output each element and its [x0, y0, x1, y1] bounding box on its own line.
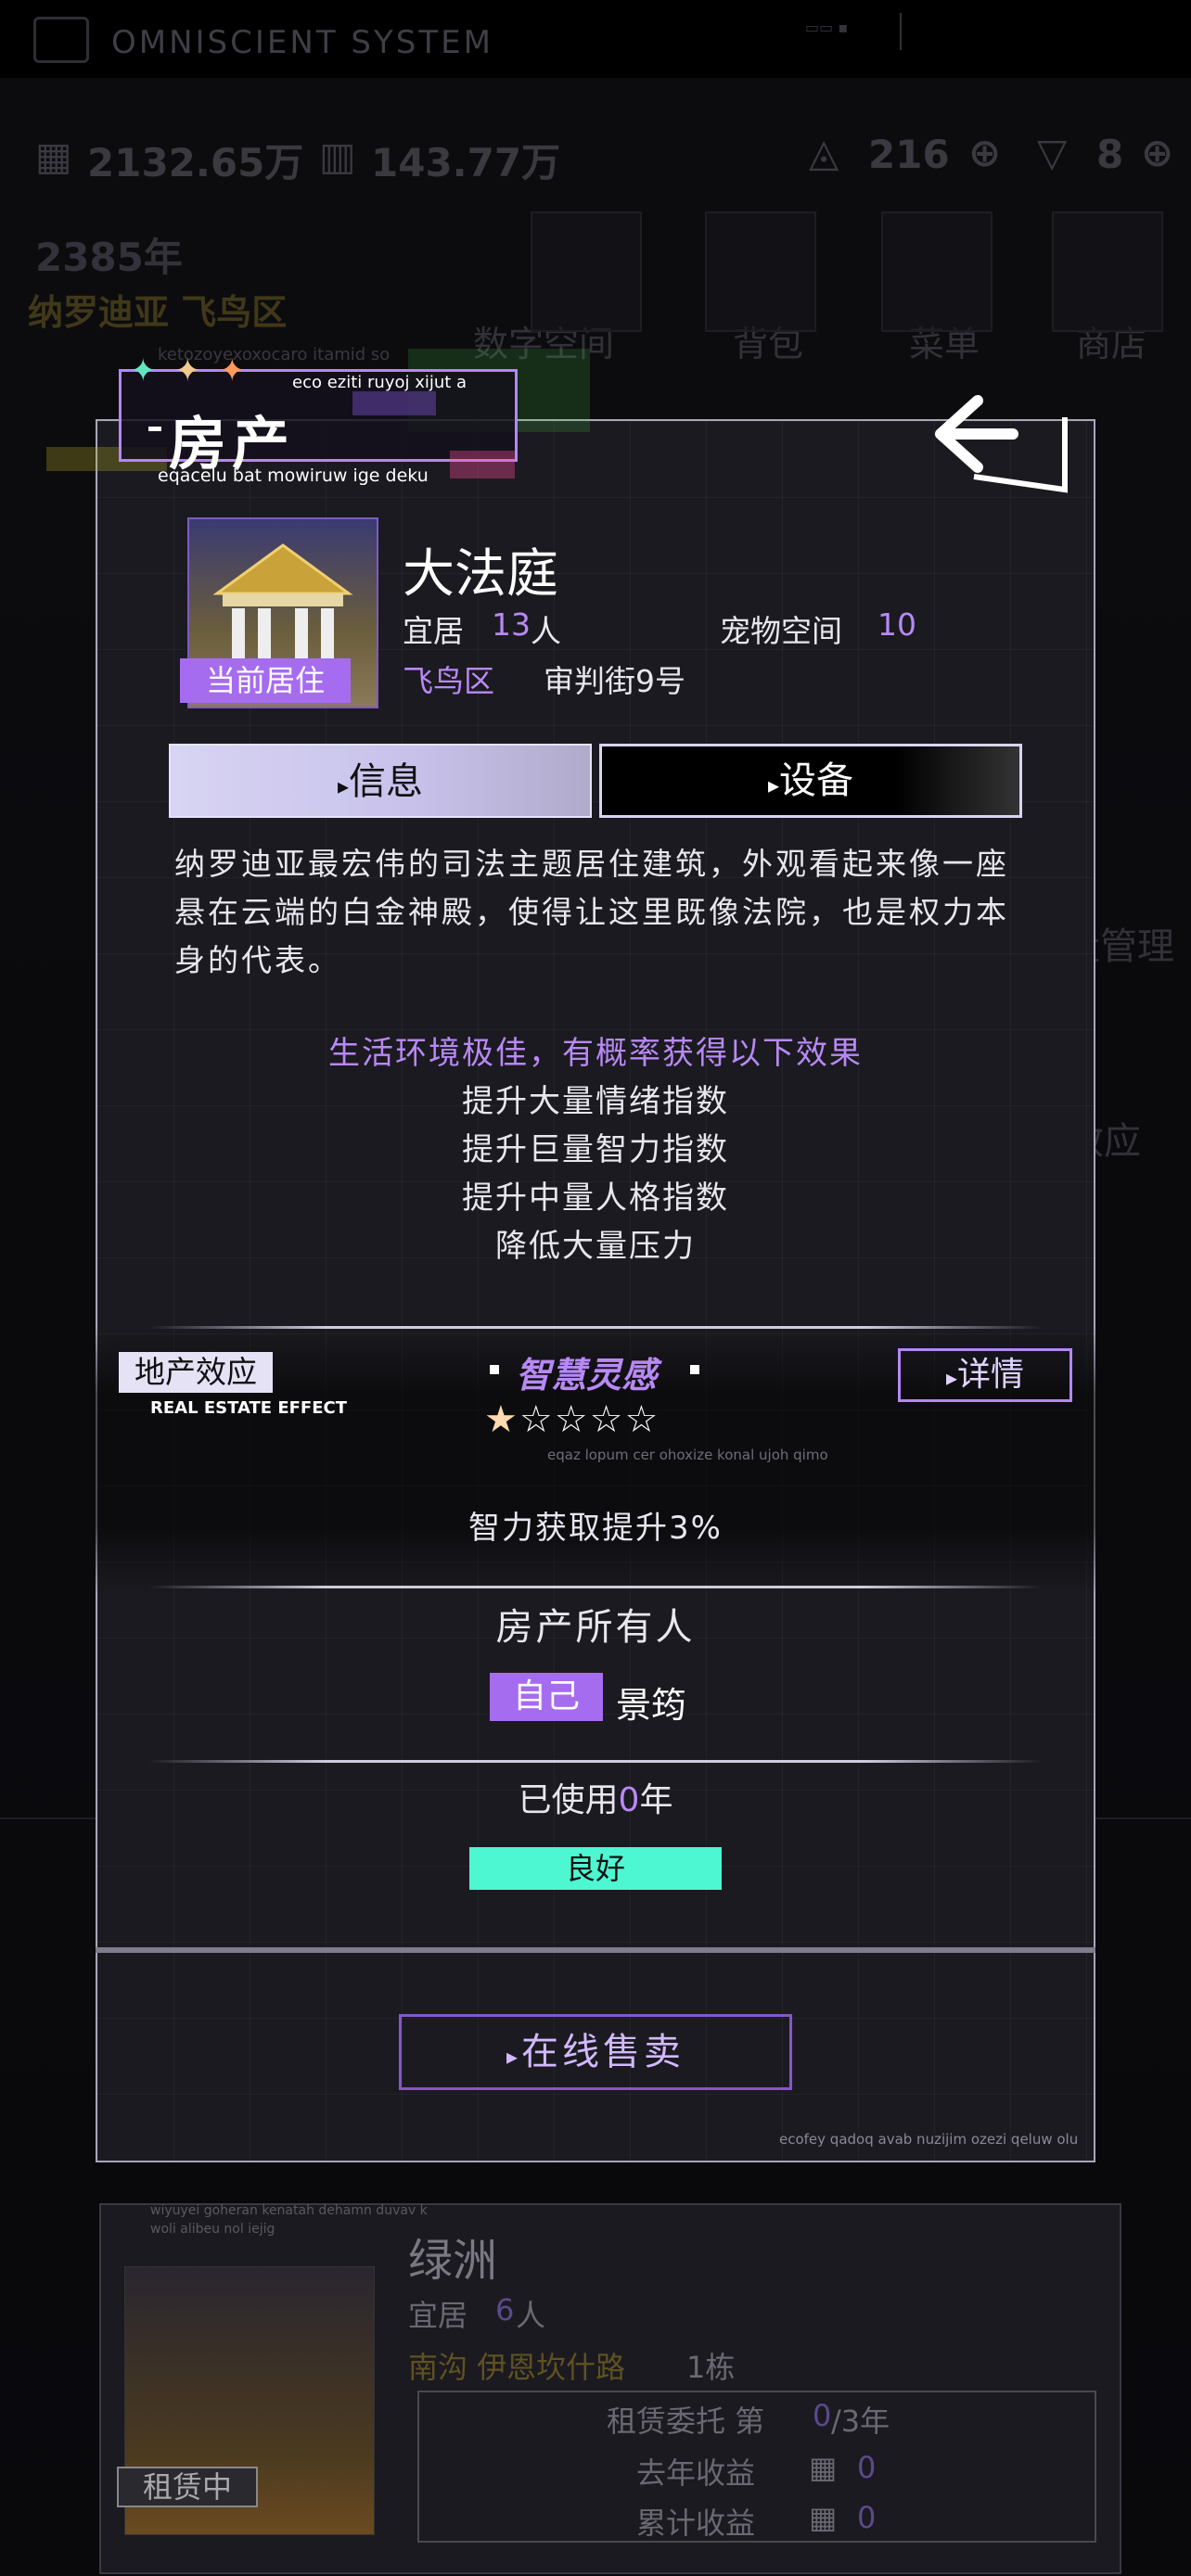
tab-equipment[interactable]: ▸设备	[599, 744, 1022, 818]
oasis-livable-unit: 人	[516, 2298, 546, 2333]
system-name: OMNISCIENT SYSTEM	[111, 24, 493, 61]
title-subtext-bottom: eqacelu bat mowiruw ige deku	[158, 465, 429, 486]
estate-effect-tag-en: REAL ESTATE EFFECT	[150, 1398, 348, 1418]
tab-info[interactable]: ▸信息	[169, 744, 592, 818]
effect-detail-label: 详情	[957, 1356, 1025, 1394]
environment-effect: 提升中量人格指数	[462, 1180, 729, 1217]
play-arrow-icon: ▸	[945, 1365, 958, 1391]
divider	[148, 1326, 1043, 1329]
sparkle-icon: ✦	[174, 352, 201, 389]
livable-label: 宜居	[403, 613, 464, 649]
divider	[148, 1760, 1043, 1763]
owner-self-badge: 自己	[490, 1673, 603, 1721]
condition-badge: 良好	[469, 1847, 722, 1890]
environment-effect: 降低大量压力	[495, 1228, 696, 1265]
status-glyphs-icon: ▭▭ ▪	[805, 19, 849, 36]
star-empty-icon: ☆	[554, 1398, 590, 1441]
title-glitch-deco	[352, 391, 436, 415]
square-bullet-icon	[690, 1365, 699, 1374]
estate-effect-tag: 地产效应	[119, 1352, 273, 1393]
sparkle-icon: ✦	[130, 352, 157, 389]
system-logo-icon	[33, 17, 89, 63]
usage-line: 已使用0年	[96, 1773, 1095, 1821]
oasis-total-label: 累计收益	[636, 2506, 756, 2541]
oasis-name: 绿洲	[408, 2235, 498, 2287]
usage-prefix: 已使用	[518, 1781, 619, 1819]
back-arrow-icon	[935, 395, 1068, 493]
property-description: 纳罗迪亚最宏伟的司法主题居住建筑，外观看起来像一座悬在云端的白金神殿，使得让这里…	[174, 846, 1009, 978]
oasis-lease-value: 0	[813, 2398, 832, 2433]
district: 飞鸟区	[403, 663, 494, 699]
oasis-livable-value: 6	[495, 2292, 515, 2327]
tab-arrow-icon: ▸	[337, 773, 350, 799]
oasis-money-icon: ▦	[809, 2450, 838, 2485]
effect-stars: ★☆☆☆☆	[484, 1398, 660, 1441]
livable-value: 13	[492, 606, 531, 643]
effect-detail-button[interactable]: ▸详情	[898, 1348, 1072, 1402]
tab-equipment-label: 设备	[779, 759, 854, 802]
top-bar: OMNISCIENT SYSTEM ▭▭ ▪	[0, 0, 1191, 78]
current-residence-badge: 当前居住	[180, 658, 351, 703]
sell-online-button[interactable]: ▸在线售卖	[399, 2014, 792, 2090]
pet-space-label: 宠物空间	[720, 613, 842, 649]
usage-suffix: 年	[639, 1781, 673, 1819]
environment-effect: 提升巨量智力指数	[462, 1131, 729, 1168]
tab-info-label: 信息	[349, 760, 424, 803]
property-name: 大法庭	[403, 544, 558, 605]
oasis-lease-total: /3年	[831, 2404, 890, 2439]
pet-space-value: 10	[877, 606, 916, 643]
usage-years: 0	[618, 1781, 640, 1819]
star-empty-icon: ☆	[624, 1398, 660, 1441]
play-arrow-icon: ▸	[506, 2044, 522, 2070]
environment-title: 生活环境极佳，有概率获得以下效果	[328, 1035, 863, 1072]
owner-title: 房产所有人	[495, 1606, 696, 1649]
address: 审判街9号	[544, 663, 685, 699]
effect-text: 智力获取提升3%	[468, 1510, 723, 1547]
oasis-last-year-label: 去年收益	[636, 2455, 756, 2491]
environment-effect: 提升大量情绪指数	[462, 1083, 729, 1120]
divider	[148, 1586, 1043, 1588]
footer-note: ecofey qadoq avab nuzijim ozezi qeluw ol…	[779, 2131, 1079, 2148]
livable-unit: 人	[531, 613, 561, 649]
back-button[interactable]	[928, 380, 1076, 501]
oasis-ghost-text-2: woli alibeu nol iejig	[150, 2222, 275, 2237]
oasis-livable-label: 宜居	[408, 2298, 468, 2333]
square-bullet-icon	[490, 1365, 499, 1374]
effect-name: 智慧灵感	[516, 1355, 658, 1396]
title-glitch-deco	[450, 451, 515, 478]
status-indicators	[900, 13, 1104, 50]
sparkle-icon: ✦	[219, 352, 246, 389]
sell-online-label: 在线售卖	[521, 2031, 685, 2073]
oasis-badge: 租赁中	[117, 2467, 258, 2507]
owner-name: 景筠	[616, 1685, 687, 1726]
title-subtext-top: eco eziti ruyoj xijut a	[292, 373, 467, 392]
oasis-address: 南沟 伊恩坎什路	[408, 2350, 626, 2385]
oasis-units: 1栋	[686, 2350, 736, 2385]
oasis-ghost-text-1: wiyuyei goheran kenatah dehamn duvav k	[150, 2203, 428, 2218]
oasis-lease-label: 租赁委托 第	[607, 2404, 765, 2439]
tab-arrow-icon: ▸	[767, 772, 780, 798]
oasis-total-value: 0	[857, 2500, 877, 2535]
star-empty-icon: ☆	[519, 1398, 555, 1441]
star-filled-icon: ★	[484, 1398, 519, 1441]
oasis-last-year-value: 0	[857, 2450, 877, 2485]
effect-note: eqaz lopum cer ohoxize konal ujoh qimo	[547, 1447, 828, 1463]
modal-footer-divider	[96, 1947, 1095, 1953]
title-dash	[148, 427, 161, 431]
oasis-total-money-icon: ▦	[809, 2500, 838, 2535]
star-empty-icon: ☆	[589, 1398, 625, 1441]
